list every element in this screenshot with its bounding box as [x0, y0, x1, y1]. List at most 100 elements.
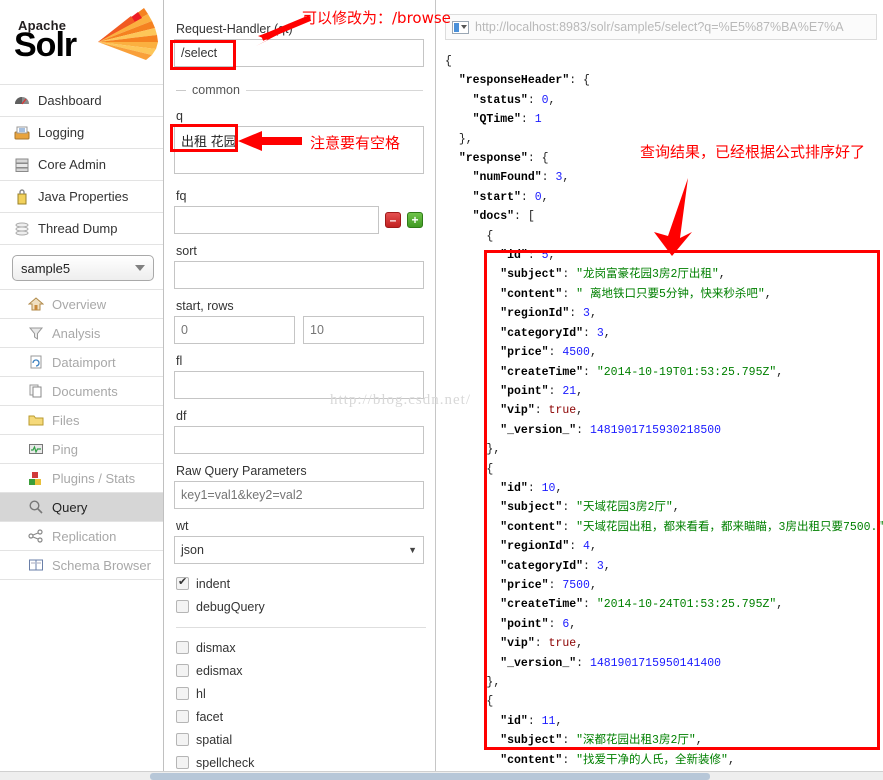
- legend-dash: [176, 89, 186, 91]
- sidebar-item-label: Core Admin: [38, 157, 106, 172]
- chevron-down-icon: [135, 265, 145, 271]
- sidebar-item-files[interactable]: Files: [0, 406, 163, 435]
- sidebar: Apache Solr Dashboard Logging Core Admin…: [0, 0, 164, 780]
- legend-rule: [245, 89, 423, 91]
- sort-input[interactable]: [174, 261, 424, 289]
- start-input[interactable]: [174, 316, 295, 344]
- checkbox-facet-label: facet: [196, 709, 224, 724]
- sidebar-item-dataimport[interactable]: Dataimport: [0, 348, 163, 377]
- sidebar-item-java-properties[interactable]: Java Properties: [0, 181, 163, 213]
- fq-row: – +: [174, 206, 423, 244]
- sidebar-item-query[interactable]: Query: [0, 493, 163, 522]
- logo-solr-text: Solr: [14, 26, 77, 64]
- wt-select-value: json: [181, 543, 204, 557]
- ping-icon: [28, 441, 44, 457]
- fq-remove-button[interactable]: –: [385, 212, 401, 228]
- checkbox-indent[interactable]: indent: [176, 572, 423, 595]
- sidebar-item-replication[interactable]: Replication: [0, 522, 163, 551]
- sidebar-core-nav: Overview Analysis Dataimport Documents F…: [0, 289, 163, 580]
- sidebar-item-analysis[interactable]: Analysis: [0, 319, 163, 348]
- sidebar-item-label: Thread Dump: [38, 221, 118, 236]
- folder-icon: [28, 412, 44, 428]
- fl-input[interactable]: [174, 371, 424, 399]
- wt-select[interactable]: json ▼: [174, 536, 424, 564]
- result-panel: http://localhost:8983/solr/sample5/selec…: [437, 0, 883, 780]
- wt-label: wt: [176, 519, 189, 533]
- sidebar-item-label: Java Properties: [38, 189, 129, 204]
- sidebar-item-logging[interactable]: Logging: [0, 117, 163, 149]
- divider: [176, 627, 426, 628]
- core-selector[interactable]: sample5: [12, 255, 154, 281]
- sidebar-item-label: Ping: [52, 441, 79, 457]
- rows-input[interactable]: [303, 316, 424, 344]
- home-icon: [27, 296, 45, 312]
- core-selector-value: sample5: [21, 260, 71, 276]
- checkbox-indent-box[interactable]: [176, 575, 189, 590]
- q-label: q: [176, 109, 183, 123]
- solr-admin-window: Apache Solr Dashboard Logging Core Admin…: [0, 0, 883, 780]
- fq-label: fq: [176, 189, 187, 203]
- replication-icon: [28, 528, 44, 544]
- sidebar-item-label: Documents: [52, 383, 118, 399]
- start-rows-label: start, rows: [176, 299, 234, 313]
- sidebar-item-label: Query: [52, 499, 88, 515]
- horizontal-scrollbar[interactable]: [0, 771, 883, 780]
- sidebar-item-ping[interactable]: Ping: [0, 435, 163, 464]
- result-url-bar[interactable]: http://localhost:8983/solr/sample5/selec…: [445, 14, 877, 40]
- url-dropdown-icon[interactable]: [452, 20, 469, 34]
- common-legend: common: [176, 83, 423, 97]
- core-admin-icon: [14, 157, 30, 173]
- checkbox-hl-label: hl: [196, 686, 206, 701]
- checkbox-dismax[interactable]: dismax: [176, 636, 423, 659]
- sidebar-item-label: Overview: [52, 296, 107, 312]
- checkbox-spatial-label: spatial: [196, 732, 233, 747]
- dashboard-icon: [14, 93, 30, 109]
- solr-sunburst-icon: [98, 8, 158, 60]
- sidebar-item-label: Logging: [38, 125, 85, 140]
- solr-logo[interactable]: Apache Solr: [0, 0, 163, 80]
- sidebar-item-label: Replication: [52, 528, 117, 544]
- checkbox-facet-box[interactable]: [176, 710, 189, 723]
- checkbox-debugquery-box[interactable]: [176, 600, 189, 613]
- checkbox-spellcheck-box[interactable]: [176, 756, 189, 769]
- sidebar-item-label: Dashboard: [38, 93, 102, 108]
- checkbox-debugquery[interactable]: debugQuery: [176, 595, 423, 618]
- checkbox-hl[interactable]: hl: [176, 682, 423, 705]
- scrollbar-thumb[interactable]: [150, 773, 710, 780]
- sidebar-item-dashboard[interactable]: Dashboard: [0, 85, 163, 117]
- java-properties-icon: [14, 188, 30, 205]
- sidebar-item-core-admin[interactable]: Core Admin: [0, 149, 163, 181]
- checkbox-spatial-box[interactable]: [176, 733, 189, 746]
- sidebar-item-plugins-stats[interactable]: Plugins / Stats: [0, 464, 163, 493]
- checkbox-hl-box[interactable]: [176, 687, 189, 700]
- checkbox-spatial[interactable]: spatial: [176, 728, 423, 751]
- chevron-down-icon: ▼: [408, 545, 417, 555]
- checkbox-edismax-box[interactable]: [176, 664, 189, 677]
- checkbox-debugquery-label: debugQuery: [196, 599, 265, 614]
- q-input[interactable]: 出租 花园: [174, 126, 424, 174]
- plugins-icon: [28, 470, 44, 486]
- checkbox-facet[interactable]: facet: [176, 705, 423, 728]
- checkbox-spellcheck-label: spellcheck: [196, 755, 255, 770]
- query-form-panel: Request-Handler (qt) common q 出租 花园 fq –…: [164, 0, 436, 780]
- df-input[interactable]: [174, 426, 424, 454]
- request-handler-input[interactable]: [174, 39, 424, 67]
- fq-input[interactable]: [174, 206, 379, 234]
- core-selector-wrap: sample5: [0, 245, 163, 289]
- fq-add-button[interactable]: +: [407, 212, 423, 228]
- sidebar-item-label: Files: [52, 412, 80, 428]
- sidebar-item-overview[interactable]: Overview: [0, 290, 163, 319]
- sort-label: sort: [176, 244, 197, 258]
- checkbox-dismax-box[interactable]: [176, 641, 189, 654]
- schema-icon: [28, 557, 44, 573]
- documents-icon: [28, 383, 44, 399]
- sidebar-item-thread-dump[interactable]: Thread Dump: [0, 213, 163, 245]
- raw-query-parameters-input[interactable]: [174, 481, 424, 509]
- logging-icon: [14, 125, 30, 141]
- checkbox-edismax-label: edismax: [196, 663, 243, 678]
- checkbox-edismax[interactable]: edismax: [176, 659, 423, 682]
- sidebar-item-documents[interactable]: Documents: [0, 377, 163, 406]
- sidebar-item-schema-browser[interactable]: Schema Browser: [0, 551, 163, 580]
- sidebar-item-label: Dataimport: [52, 354, 116, 370]
- common-legend-label: common: [192, 83, 240, 97]
